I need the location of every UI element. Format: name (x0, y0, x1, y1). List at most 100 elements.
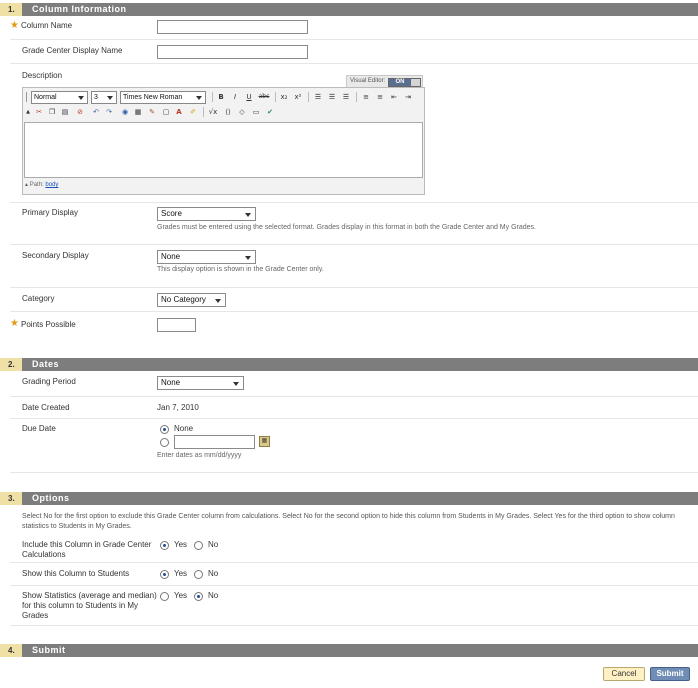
chevron-down-icon (245, 256, 251, 260)
format-select[interactable]: Normal (31, 91, 88, 104)
path-body-link[interactable]: body (45, 182, 58, 188)
show-stats-yes-radio[interactable] (160, 592, 169, 601)
include-yes-radio[interactable] (160, 541, 169, 550)
chevron-down-icon (78, 96, 84, 100)
chevron-down-icon (107, 96, 113, 100)
section-number: 4. (0, 644, 22, 657)
category-label: Category (22, 294, 55, 303)
html-code-icon[interactable]: ⟨⟩ (222, 107, 234, 117)
display-name-input[interactable] (157, 45, 308, 59)
due-date-label: Due Date (22, 424, 56, 433)
primary-display-select[interactable]: Score (157, 207, 256, 221)
strikethrough-button[interactable]: abc (257, 92, 271, 102)
include-in-calculations-label: Include this Column in Grade Center Calc… (22, 540, 152, 559)
secondary-display-label: Secondary Display (22, 251, 89, 260)
subscript-button[interactable]: x₂ (279, 92, 289, 102)
blank-icon[interactable]: ▢ (161, 107, 171, 117)
include-no-radio[interactable] (194, 541, 203, 550)
secondary-display-select[interactable]: None (157, 250, 256, 264)
row-divider (10, 418, 698, 419)
font-family-value: Times New Roman (123, 94, 183, 101)
text-color-icon[interactable]: A (174, 107, 184, 117)
calendar-icon[interactable]: ▦ (259, 436, 270, 447)
points-possible-input[interactable] (157, 318, 196, 332)
show-students-yes-radio[interactable] (160, 570, 169, 579)
column-name-input[interactable] (157, 20, 308, 34)
section-header-submit: 4. Submit (0, 644, 698, 657)
math-equation-icon[interactable]: √x (207, 107, 219, 117)
superscript-button[interactable]: x² (293, 92, 303, 102)
section-header-dates: 2. Dates (0, 358, 698, 371)
due-date-none-radio[interactable] (160, 425, 169, 434)
copy-icon[interactable]: ❐ (47, 107, 57, 117)
insert-link-icon[interactable]: ◉ (120, 107, 130, 117)
draw-icon[interactable]: ✎ (147, 107, 157, 117)
chevron-down-icon (245, 213, 251, 217)
source-code-icon[interactable]: ◇ (237, 107, 247, 117)
points-possible-label: Points Possible (21, 320, 76, 329)
indent-icon[interactable]: ⇥ (403, 92, 413, 102)
grading-period-label: Grading Period (22, 377, 76, 386)
visual-editor-label: Visual Editor: (350, 78, 386, 84)
paste-icon[interactable]: ▤ (60, 107, 70, 117)
description-label: Description (22, 71, 63, 80)
show-stats-no-radio[interactable] (194, 592, 203, 601)
show-statistics-label: Show Statistics (average and median) for… (22, 591, 157, 620)
align-center-icon[interactable]: ☰ (327, 92, 337, 102)
text-editor: Normal 3 Times New Roman B I U abc x₂ x²… (22, 87, 425, 195)
section-number: 1. (0, 3, 22, 16)
due-date-set-radio[interactable] (160, 438, 169, 447)
bulleted-list-icon[interactable]: ≡ (375, 92, 385, 102)
redo-icon[interactable]: ↷ (104, 107, 114, 117)
primary-display-label: Primary Display (22, 208, 79, 217)
show-stats-yes-label: Yes (174, 591, 188, 600)
description-text-area[interactable] (24, 122, 423, 178)
row-divider (10, 472, 698, 473)
toolbar-divider (212, 92, 213, 102)
outdent-icon[interactable]: ⇤ (389, 92, 399, 102)
required-star-icon: ★ (10, 318, 19, 329)
align-right-icon[interactable]: ☰ (341, 92, 351, 102)
section-number: 3. (0, 492, 22, 505)
required-star-icon: ★ (10, 20, 19, 31)
format-select-value: Normal (34, 94, 57, 101)
submit-button[interactable]: Submit (650, 667, 690, 681)
date-created-value: Jan 7, 2010 (157, 403, 199, 412)
show-stats-no-label: No (208, 591, 219, 600)
toolbar-collapse-icon[interactable]: ▲ (25, 107, 31, 117)
numbered-list-icon[interactable]: ≡ (361, 92, 371, 102)
row-divider (10, 202, 698, 203)
primary-display-help: Grades must be entered using the selecte… (157, 224, 536, 231)
chevron-down-icon (215, 299, 221, 303)
toolbar-divider (356, 92, 357, 102)
include-yes-label: Yes (174, 540, 188, 549)
font-size-select[interactable]: 3 (91, 91, 117, 104)
due-date-input[interactable] (174, 435, 255, 449)
row-divider (10, 311, 698, 312)
visual-editor-toggle[interactable]: ON (388, 78, 421, 87)
section-number: 2. (0, 358, 22, 371)
font-family-select[interactable]: Times New Roman (120, 91, 206, 104)
row-divider (10, 63, 698, 64)
primary-display-value: Score (161, 209, 182, 218)
bold-button[interactable]: B (216, 92, 226, 102)
toolbar-divider (275, 92, 276, 102)
grading-period-select[interactable]: None (157, 376, 244, 390)
undo-icon[interactable]: ↶ (91, 107, 101, 117)
preview-icon[interactable]: ▭ (251, 107, 261, 117)
category-value: No Category (161, 295, 206, 304)
cancel-button[interactable]: Cancel (603, 667, 645, 681)
chevron-down-icon (233, 382, 239, 386)
section-header-options: 3. Options (0, 492, 698, 505)
show-students-no-radio[interactable] (194, 570, 203, 579)
italic-button[interactable]: I (230, 92, 240, 102)
highlight-icon[interactable]: ✐ (188, 107, 198, 117)
category-select[interactable]: No Category (157, 293, 226, 307)
spellcheck-icon[interactable]: ⊘ (75, 107, 85, 117)
align-left-icon[interactable]: ☰ (313, 92, 323, 102)
underline-button[interactable]: U (244, 92, 254, 102)
cut-icon[interactable]: ✂ (34, 107, 44, 117)
spell-check-mark-icon[interactable]: ✔ (265, 107, 275, 117)
insert-table-icon[interactable]: ▦ (133, 107, 143, 117)
grading-period-value: None (161, 378, 181, 387)
